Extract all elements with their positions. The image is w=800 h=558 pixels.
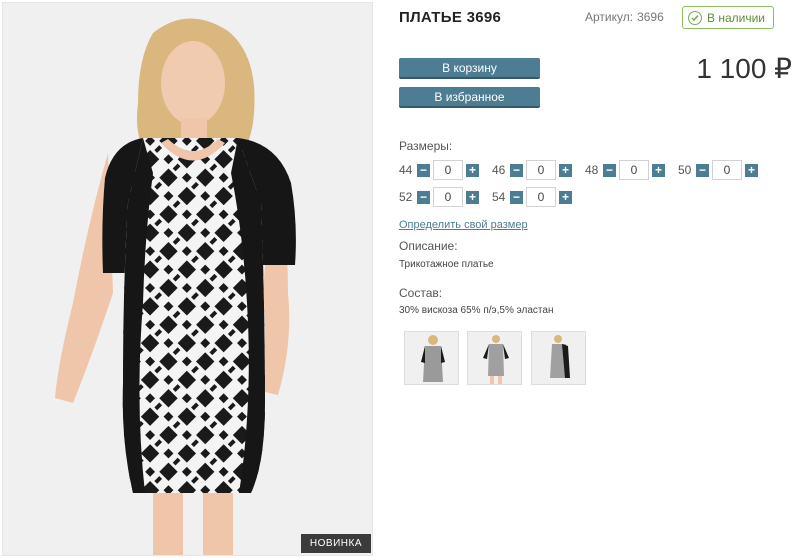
increase-button[interactable]: + [466, 163, 479, 177]
decrease-button[interactable]: − [603, 163, 616, 177]
sku: Артикул: 3696 [585, 10, 664, 24]
thumbnail-front[interactable] [404, 331, 459, 385]
size-group-50: 50 − + [678, 160, 758, 180]
size-label: 48 [585, 163, 599, 177]
stock-label: В наличии [707, 10, 766, 25]
sizes-label: Размеры: [399, 139, 453, 153]
increase-button[interactable]: + [745, 163, 758, 177]
size-group-46: 46 − + [492, 160, 572, 180]
quantity-input[interactable] [526, 160, 556, 180]
increase-button[interactable]: + [652, 163, 665, 177]
quantity-input[interactable] [526, 187, 556, 207]
quantity-input[interactable] [712, 160, 742, 180]
size-guide-link[interactable]: Определить свой размер [399, 219, 528, 231]
size-group-52: 52 − + [399, 187, 479, 207]
size-row: 44 − + 46 − + 48 − + 50 − + [399, 160, 771, 180]
thumbnail-front-full[interactable] [467, 331, 522, 385]
size-label: 46 [492, 163, 506, 177]
size-label: 50 [678, 163, 692, 177]
decrease-button[interactable]: − [696, 163, 709, 177]
product-title: ПЛАТЬЕ 3696 [399, 9, 502, 26]
size-group-48: 48 − + [585, 160, 665, 180]
size-label: 54 [492, 190, 506, 204]
check-circle-icon [688, 10, 702, 25]
stock-status-badge: В наличии [682, 6, 774, 29]
size-group-44: 44 − + [399, 160, 479, 180]
dress-photo-illustration [3, 3, 372, 555]
increase-button[interactable]: + [559, 163, 572, 177]
size-label: 44 [399, 163, 413, 177]
decrease-button[interactable]: − [417, 190, 430, 204]
sku-value: 3696 [637, 10, 664, 24]
increase-button[interactable]: + [559, 190, 572, 204]
decrease-button[interactable]: − [510, 190, 523, 204]
decrease-button[interactable]: − [510, 163, 523, 177]
composition-label: Состав: [399, 286, 443, 300]
sku-label: Артикул: [585, 10, 634, 24]
thumbnail-side[interactable] [531, 331, 586, 385]
composition-text: 30% вискоза 65% п/э,5% эластан [399, 305, 554, 316]
quantity-input[interactable] [433, 187, 463, 207]
size-group-54: 54 − + [492, 187, 572, 207]
product-price: 1 100 ₽ [696, 53, 792, 84]
product-main-photo[interactable]: НОВИНКА [2, 2, 373, 556]
quantity-input[interactable] [619, 160, 649, 180]
description-label: Описание: [399, 239, 458, 253]
size-row: 52 − + 54 − + [399, 187, 585, 207]
increase-button[interactable]: + [466, 190, 479, 204]
new-badge: НОВИНКА [300, 534, 371, 553]
description-text: Трикотажное платье [399, 259, 494, 270]
add-to-cart-button[interactable]: В корзину [399, 58, 540, 79]
add-to-favorites-button[interactable]: В избранное [399, 87, 540, 108]
decrease-button[interactable]: − [417, 163, 430, 177]
size-label: 52 [399, 190, 413, 204]
quantity-input[interactable] [433, 160, 463, 180]
